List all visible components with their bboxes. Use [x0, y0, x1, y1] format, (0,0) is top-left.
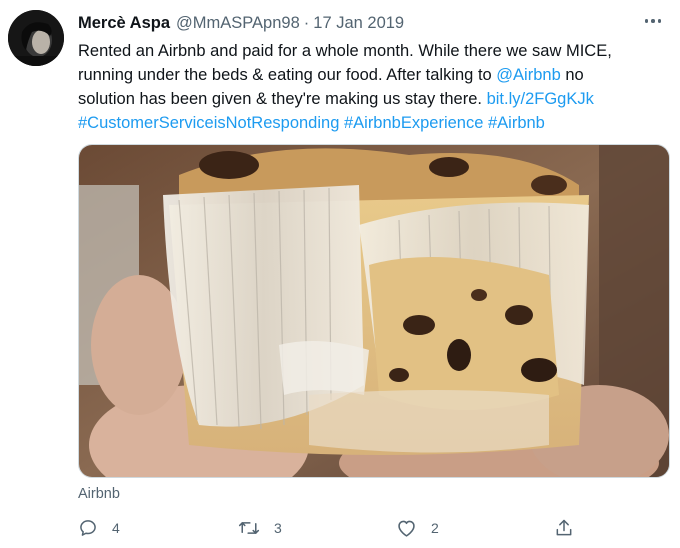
- reply-button[interactable]: 4: [78, 514, 120, 542]
- tweet-date[interactable]: 17 Jan 2019: [313, 14, 404, 32]
- muffin-photo-icon: [79, 145, 669, 477]
- share-icon: [556, 519, 572, 536]
- tweet-header: Mercè Aspa @MmASPApn98 · 17 Jan 2019: [78, 12, 666, 34]
- mention-link[interactable]: @Airbnb: [496, 66, 560, 84]
- tweet-text-segment: solution has been given & they're making…: [78, 90, 487, 108]
- heart-icon: [398, 520, 415, 537]
- avatar[interactable]: [8, 10, 64, 66]
- reply-icon: [80, 520, 96, 536]
- retweet-button[interactable]: 3: [238, 514, 282, 542]
- tweet-text: Rented an Airbnb and paid for a whole mo…: [78, 39, 670, 135]
- retweet-icon: [238, 522, 260, 534]
- like-count: 2: [431, 520, 439, 536]
- author-name[interactable]: Mercè Aspa: [78, 14, 170, 32]
- hashtag-link[interactable]: #CustomerServiceisNotResponding: [78, 114, 339, 132]
- tweet-text-line: #CustomerServiceisNotResponding #AirbnbE…: [78, 111, 670, 135]
- tweet-text-segment: running under the beds & eating our food…: [78, 66, 497, 84]
- tweet-text-line: Rented an Airbnb and paid for a whole mo…: [78, 42, 612, 60]
- action-bar: 4 3 2: [78, 514, 598, 542]
- tweet-text-line: solution has been given & they're making…: [78, 87, 670, 111]
- more-icon[interactable]: [640, 8, 666, 34]
- like-button[interactable]: 2: [396, 514, 439, 542]
- share-button[interactable]: [554, 514, 574, 542]
- retweet-count: 3: [274, 520, 282, 536]
- url-link[interactable]: bit.ly/2FGgKJk: [487, 90, 594, 108]
- tweet-text-segment: no: [560, 66, 584, 84]
- tweet-photo[interactable]: [78, 144, 670, 478]
- hashtag-link[interactable]: #AirbnbExperience: [344, 114, 483, 132]
- reply-count: 4: [112, 520, 120, 536]
- source-label[interactable]: Airbnb: [78, 484, 120, 504]
- separator-dot: ·: [303, 14, 310, 32]
- author-handle[interactable]: @MmASPApn98: [176, 14, 300, 32]
- hashtag-link[interactable]: #Airbnb: [488, 114, 545, 132]
- tweet-text-line: running under the beds & eating our food…: [78, 63, 670, 87]
- tweet: Mercè Aspa @MmASPApn98 · 17 Jan 2019 Rented…: [0, 0, 680, 548]
